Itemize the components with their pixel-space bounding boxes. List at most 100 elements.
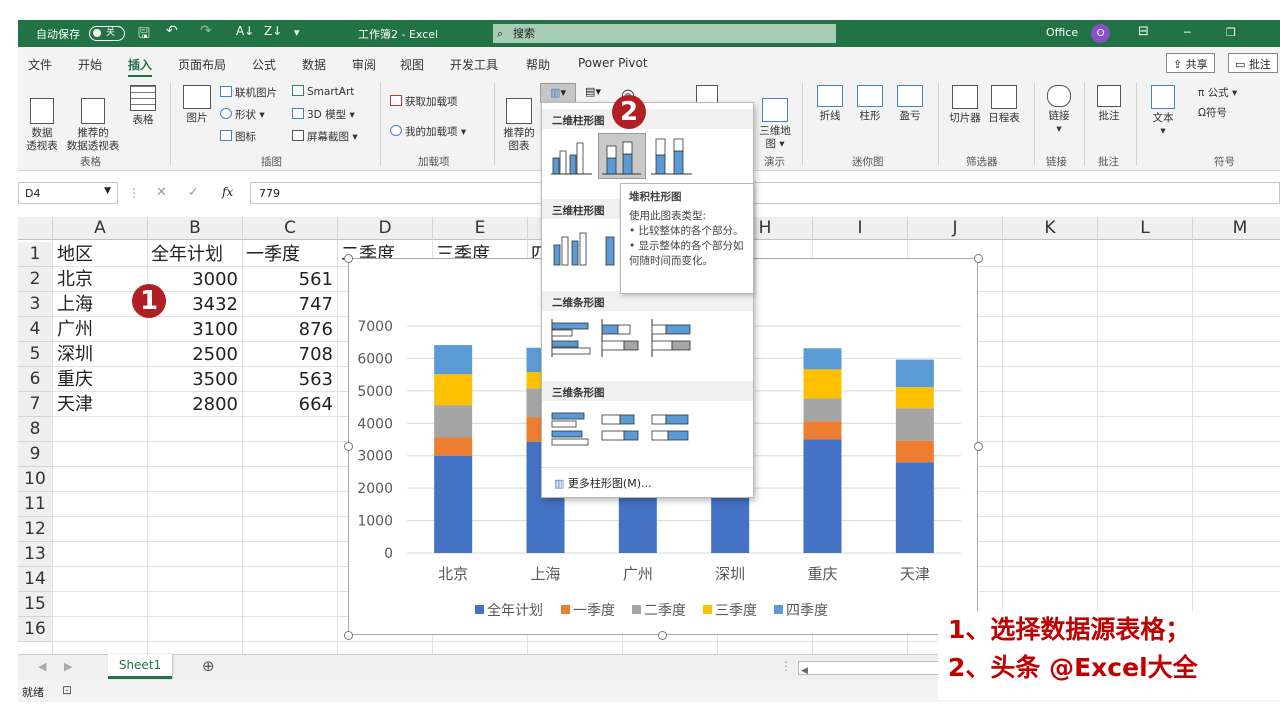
row-header-8[interactable]: 8 [18, 417, 53, 442]
drag-handle-icon[interactable]: ⋮ [128, 186, 140, 200]
row-header-14[interactable]: 14 [18, 567, 53, 592]
sparkline-column-button[interactable]: 柱形 [854, 85, 886, 123]
stacked-bar-option[interactable] [598, 315, 646, 361]
recommended-charts-button[interactable]: 推荐的 图表 [500, 85, 538, 153]
redo-icon[interactable]: ↷ [200, 23, 212, 39]
sort-asc-icon[interactable]: A↓ [236, 24, 254, 38]
tab-review[interactable]: 审阅 [352, 56, 376, 73]
account-name[interactable]: Office [1046, 26, 1078, 39]
confirm-icon[interactable]: ✓ [188, 185, 199, 200]
resize-handle[interactable] [974, 442, 983, 451]
resize-handle[interactable] [344, 254, 353, 263]
tab-formulas[interactable]: 公式 [252, 56, 276, 73]
cell-a4[interactable]: 广州 [53, 317, 147, 342]
customize-qat-icon[interactable]: ▾ [294, 26, 300, 39]
stacked-column-option[interactable] [598, 133, 646, 179]
symbol-button[interactable]: Ω符号 [1198, 105, 1227, 120]
tab-home[interactable]: 开始 [78, 56, 102, 73]
column-header-a[interactable]: A [53, 217, 148, 240]
row-header-6[interactable]: 6 [18, 367, 53, 392]
cell-a2[interactable]: 北京 [53, 267, 147, 292]
column-header-l[interactable]: L [1098, 217, 1193, 240]
cell-a1[interactable]: 地区 [53, 242, 147, 267]
tab-data[interactable]: 数据 [302, 56, 326, 73]
tab-page-layout[interactable]: 页面布局 [178, 56, 226, 73]
cell-c7[interactable]: 664 [242, 392, 337, 417]
scroll-left-arrow-icon[interactable]: ◀ [799, 666, 808, 676]
get-addins-button[interactable]: 获取加载项 [390, 94, 458, 109]
horizontal-scrollbar[interactable]: ◀ [798, 661, 958, 676]
row-header-12[interactable]: 12 [18, 517, 53, 542]
column-chart-dropdown-button[interactable]: ▥▾ [540, 83, 576, 103]
column-header-j[interactable]: J [908, 217, 1003, 240]
column-header-i[interactable]: I [813, 217, 908, 240]
row-header-5[interactable]: 5 [18, 342, 53, 367]
timeline-button[interactable]: 日程表 [984, 85, 1024, 125]
cancel-icon[interactable]: ✕ [156, 185, 167, 200]
clustered-column-option[interactable] [548, 133, 596, 179]
3d-percent-stacked-bar-option[interactable] [648, 405, 696, 451]
macro-record-icon[interactable]: ⊡ [62, 683, 72, 697]
shapes-button[interactable]: 形状 ▾ [220, 107, 265, 122]
clustered-bar-option[interactable] [548, 315, 596, 361]
undo-icon[interactable]: ↶ [166, 23, 178, 39]
search-input[interactable]: ⌕ 搜索 [493, 24, 836, 43]
column-header-m[interactable]: M [1193, 217, 1280, 240]
3d-map-button[interactable]: 三维地 图 ▾ [754, 85, 796, 151]
formula-input[interactable]: 779 [250, 182, 1280, 204]
slicer-button[interactable]: 切片器 [946, 85, 984, 125]
column-header-e[interactable]: E [433, 217, 528, 240]
row-header-3[interactable]: 3 [18, 292, 53, 317]
tab-power-pivot[interactable]: Power Pivot [578, 56, 648, 70]
avatar[interactable]: O [1091, 24, 1110, 43]
scroll-left-icon[interactable]: ◀ [38, 660, 46, 673]
cell-c6[interactable]: 563 [242, 367, 337, 392]
sparkline-winloss-button[interactable]: 盈亏 [894, 85, 926, 123]
resize-handle[interactable] [974, 254, 983, 263]
drag-handle-icon[interactable]: ⋮ [780, 659, 792, 673]
insert-function-icon[interactable]: fx [222, 185, 233, 199]
3d-clustered-bar-option[interactable] [548, 405, 596, 451]
column-header-d[interactable]: D [338, 217, 433, 240]
select-all-corner[interactable] [18, 217, 53, 240]
sparkline-line-button[interactable]: 折线 [814, 85, 846, 123]
percent-stacked-bar-option[interactable] [648, 315, 696, 361]
cell-a5[interactable]: 深圳 [53, 342, 147, 367]
more-column-charts-link[interactable]: ▥ 更多柱形图(M)... [554, 475, 651, 491]
3d-model-button[interactable]: 3D 模型 ▾ [292, 107, 355, 122]
picture-button[interactable]: 图片 [180, 85, 214, 125]
row-header-4[interactable]: 4 [18, 317, 53, 342]
name-box[interactable]: D4 ▼ [18, 182, 118, 204]
cell-b6[interactable]: 3500 [147, 367, 242, 392]
3d-stacked-bar-option[interactable] [598, 405, 646, 451]
cell-c2[interactable]: 561 [242, 267, 337, 292]
column-header-c[interactable]: C [243, 217, 338, 240]
cell-c3[interactable]: 747 [242, 292, 337, 317]
cell-a7[interactable]: 天津 [53, 392, 147, 417]
resize-handle[interactable] [658, 631, 667, 640]
comment-button[interactable]: 批注 [1092, 85, 1126, 123]
tab-file[interactable]: 文件 [28, 56, 52, 73]
row-header-1[interactable]: 1 [18, 242, 53, 267]
restore-button[interactable]: ❐ [1226, 26, 1236, 39]
minimize-button[interactable]: ─ [1184, 26, 1191, 39]
row-header-15[interactable]: 15 [18, 592, 53, 617]
text-button[interactable]: 文本 ▾ [1146, 85, 1180, 138]
sheet-tab-sheet1[interactable]: Sheet1 [108, 654, 172, 679]
percent-stacked-column-option[interactable] [648, 133, 696, 179]
icons-button[interactable]: 图标 [220, 129, 256, 144]
column-header-k[interactable]: K [1003, 217, 1098, 240]
cell-b4[interactable]: 3100 [147, 317, 242, 342]
cell-c4[interactable]: 876 [242, 317, 337, 342]
row-header-9[interactable]: 9 [18, 442, 53, 467]
resize-handle[interactable] [344, 631, 353, 640]
cell-c5[interactable]: 708 [242, 342, 337, 367]
hierarchy-chart-button[interactable]: ▤▾ [578, 83, 608, 103]
tab-view[interactable]: 视图 [400, 56, 424, 73]
cell-c1[interactable]: 一季度 [242, 242, 337, 267]
online-picture-button[interactable]: 联机图片 [220, 85, 277, 100]
cell-b1[interactable]: 全年计划 [147, 242, 242, 267]
autosave-toggle[interactable]: 关 [89, 26, 125, 41]
pivot-table-button[interactable]: 数据 透视表 [24, 85, 60, 153]
column-header-b[interactable]: B [148, 217, 243, 240]
